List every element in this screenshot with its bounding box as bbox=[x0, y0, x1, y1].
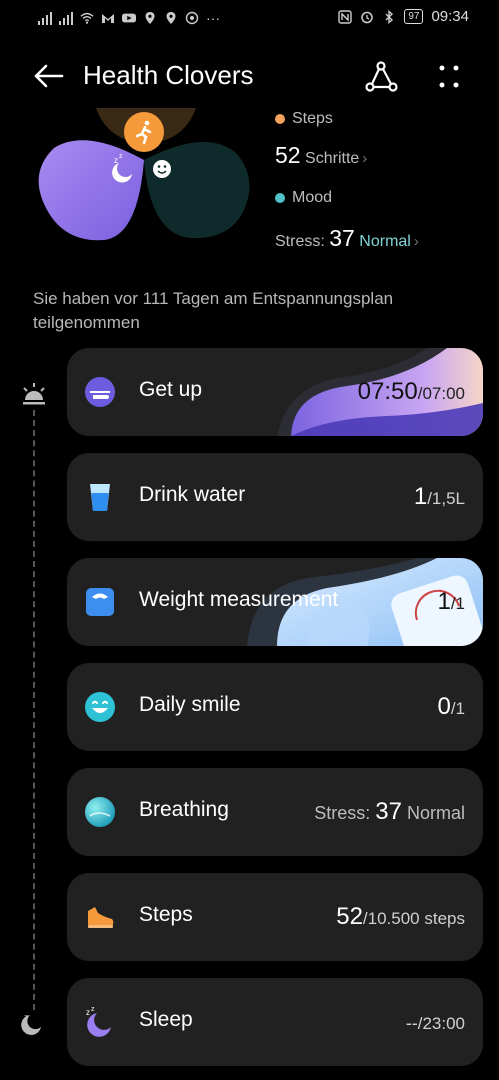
nfc-icon bbox=[338, 9, 353, 24]
alarm-icon bbox=[361, 11, 374, 23]
mood-dot bbox=[275, 193, 285, 203]
timeline-line bbox=[33, 410, 35, 1010]
get-up-value: 07:50/07:00 bbox=[357, 378, 465, 405]
sleep-value: --/23:00 bbox=[405, 1013, 465, 1033]
card-breathing[interactable]: Breathing Stress: 37 Normal bbox=[67, 768, 483, 856]
status-icons-left: ··· bbox=[38, 10, 220, 26]
card-sleep[interactable]: z z Sleep --/23:00 bbox=[67, 978, 483, 1066]
moon-icon: z bbox=[21, 1014, 41, 1035]
sunrise-icon bbox=[23, 383, 45, 405]
breathing-icon bbox=[85, 797, 115, 827]
location-icon bbox=[145, 12, 155, 24]
more-notifications-icon: ··· bbox=[206, 10, 220, 26]
signal-icon bbox=[38, 12, 52, 25]
card-drink-water[interactable]: Drink water 1/1,5L bbox=[67, 453, 483, 541]
health-clover[interactable]: z z bbox=[36, 108, 252, 248]
signal-icon-2 bbox=[59, 12, 73, 25]
wifi-icon bbox=[80, 12, 94, 24]
arrow-left-icon bbox=[34, 64, 64, 88]
shoe-icon bbox=[88, 907, 114, 928]
chevron-right-icon: › bbox=[413, 233, 419, 250]
share-icon bbox=[365, 61, 398, 92]
mail-icon bbox=[102, 14, 114, 23]
nfc-sync-icon bbox=[185, 11, 199, 25]
svg-text:z: z bbox=[86, 1008, 90, 1017]
weight-value: 1/1 bbox=[437, 588, 465, 615]
clover-graphic: z z bbox=[38, 108, 250, 241]
smile-value: 0/1 bbox=[437, 693, 465, 720]
plan-info-text: Sie haben vor 111 Tagen am Entspannungsp… bbox=[33, 289, 394, 332]
card-steps[interactable]: Steps 52/10.500 steps bbox=[67, 873, 483, 961]
smile-face-icon bbox=[85, 692, 115, 722]
scale-icon bbox=[86, 588, 114, 616]
location-icon-2 bbox=[166, 12, 176, 24]
svg-text:z: z bbox=[114, 156, 118, 165]
chevron-right-icon: › bbox=[362, 150, 368, 167]
sleep-icon: z z bbox=[86, 1006, 111, 1037]
battery-indicator: 97 bbox=[404, 9, 424, 24]
steps-summary[interactable]: 52 Schritte › bbox=[275, 142, 367, 169]
back-button[interactable] bbox=[30, 58, 66, 94]
water-glass-icon bbox=[90, 484, 110, 511]
card-get-up[interactable]: Get up 07:50/07:00 bbox=[67, 348, 483, 436]
stress-summary[interactable]: Stress: 37 Normal › bbox=[275, 225, 419, 252]
status-icons-right: 97 09:34 bbox=[338, 8, 469, 25]
steps-legend: Steps bbox=[275, 110, 333, 128]
smile-icon bbox=[153, 160, 171, 178]
svg-text:z: z bbox=[119, 153, 123, 160]
steps-value: 52/10.500 steps bbox=[336, 903, 465, 930]
svg-text:z: z bbox=[24, 1014, 28, 1021]
get-up-icon bbox=[85, 377, 115, 407]
svg-text:z: z bbox=[91, 1006, 95, 1013]
more-options-button[interactable] bbox=[432, 56, 466, 96]
card-weight-measurement[interactable]: Weight measurement 1/1 bbox=[67, 558, 483, 646]
mood-legend: Mood bbox=[275, 189, 332, 207]
water-value: 1/1,5L bbox=[413, 483, 465, 510]
youtube-icon bbox=[122, 13, 136, 23]
card-daily-smile[interactable]: Daily smile 0/1 bbox=[67, 663, 483, 751]
steps-dot bbox=[275, 114, 285, 124]
page-title: Health Clovers bbox=[83, 60, 254, 90]
app-header: Health Clovers bbox=[0, 50, 499, 100]
bluetooth-icon bbox=[385, 9, 394, 24]
more-vertical-icon bbox=[439, 65, 459, 88]
status-bar: ··· 97 09:34 bbox=[0, 0, 499, 36]
status-time: 09:34 bbox=[431, 8, 469, 25]
share-button[interactable] bbox=[362, 56, 402, 96]
breathing-value: Stress: 37 Normal bbox=[314, 798, 465, 825]
